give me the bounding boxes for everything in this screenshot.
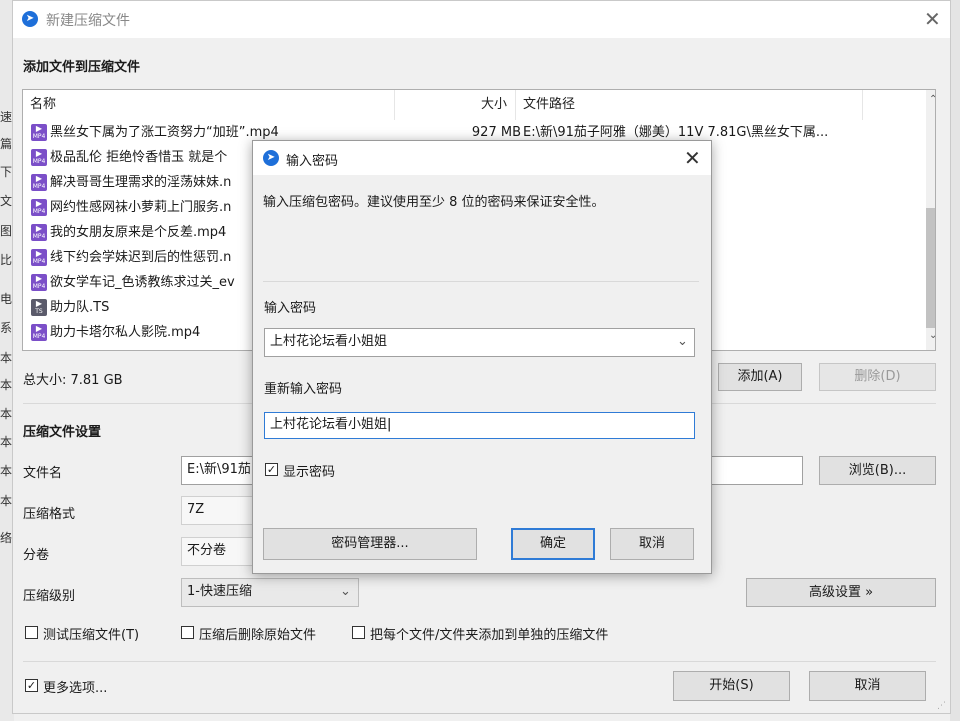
show-password-checkbox[interactable]: ✓: [265, 463, 278, 476]
dialog-cancel-button[interactable]: 取消: [610, 528, 694, 560]
column-header-size[interactable]: 大小: [395, 90, 516, 120]
background-window-char: 电: [0, 292, 13, 306]
background-window-char: 速: [0, 110, 13, 124]
file-name: 黑丝女下属为了涨工资努力“加班”.mp4: [50, 125, 279, 140]
file-name: 线下约会学妹迟到后的性惩罚.n: [50, 250, 232, 265]
column-header-name[interactable]: 名称: [23, 90, 395, 120]
app-logo-icon: ➤: [22, 11, 38, 27]
format-label: 压缩格式: [23, 507, 76, 522]
password-manager-button[interactable]: 密码管理器...: [263, 528, 477, 560]
password-label: 输入密码: [264, 301, 317, 316]
browse-button[interactable]: 浏览(B)...: [819, 456, 936, 485]
password-dialog-titlebar: ➤ 输入密码 ✕: [253, 141, 711, 175]
settings-section-title: 压缩文件设置: [23, 425, 102, 440]
background-window-char: 本: [0, 351, 13, 365]
file-name: 助力卡塔尔私人影院.mp4: [50, 325, 201, 340]
footer-divider: [23, 661, 936, 662]
window-title: 新建压缩文件: [46, 13, 130, 29]
video-file-icon: ▶ MP4: [31, 249, 47, 266]
password-value: 上村花论坛看小姐姐: [270, 334, 388, 349]
files-section-title: 添加文件到压缩文件: [23, 60, 141, 75]
background-window-char: 文: [0, 194, 13, 208]
level-label: 压缩级别: [23, 589, 76, 604]
password-dialog: ➤ 输入密码 ✕ 输入压缩包密码。建议使用至少 8 位的密码来保证安全性。 输入…: [252, 140, 712, 574]
delete-after-checkbox[interactable]: [181, 626, 194, 639]
scrollbar-thumb[interactable]: [926, 208, 935, 328]
chevron-down-icon[interactable]: ⌄: [677, 329, 688, 355]
password-hint: 输入压缩包密码。建议使用至少 8 位的密码来保证安全性。: [263, 195, 605, 210]
password-input[interactable]: 上村花论坛看小姐姐 ⌄: [264, 328, 695, 357]
background-window-char: 篇: [0, 137, 13, 151]
start-button[interactable]: 开始(S): [673, 671, 790, 701]
advanced-settings-button[interactable]: 高级设置 »: [746, 578, 936, 607]
delete-after-label[interactable]: 压缩后删除原始文件: [199, 624, 316, 643]
window-titlebar: ➤ 新建压缩文件 ✕: [13, 1, 950, 38]
background-window-char: 图: [0, 224, 13, 238]
file-list-scrollbar[interactable]: ⌃ ⌄: [926, 90, 935, 350]
background-window-char: 下: [0, 165, 13, 179]
close-icon[interactable]: ✕: [684, 148, 701, 168]
filename-label: 文件名: [23, 466, 63, 481]
scroll-up-icon[interactable]: ⌃: [929, 94, 935, 105]
resize-grip-icon[interactable]: ⋰: [937, 701, 946, 711]
background-window-char: 本: [0, 407, 13, 421]
add-button[interactable]: 添加(A): [718, 363, 802, 391]
cancel-button[interactable]: 取消: [809, 671, 926, 701]
video-file-icon: ▶ MP4: [31, 174, 47, 191]
background-window-right-edge: [950, 0, 960, 721]
volume-label: 分卷: [23, 548, 50, 563]
reenter-password-input[interactable]: 上村花论坛看小姐姐|: [264, 412, 695, 439]
more-options-checkbox[interactable]: ✓: [25, 679, 38, 692]
test-archive-checkbox[interactable]: [25, 626, 38, 639]
video-file-icon: ▶ MP4: [31, 224, 47, 241]
dialog-divider: [263, 281, 699, 282]
file-name: 网约性感网袜小萝莉上门服务.n: [50, 200, 232, 215]
reenter-password-label: 重新输入密码: [264, 382, 343, 397]
chevron-down-icon: ⌄: [340, 584, 351, 599]
delete-button[interactable]: 删除(D): [819, 363, 936, 391]
level-value: 1-快速压缩: [187, 584, 252, 599]
ts-file-icon: ▶ TS: [31, 299, 47, 316]
reenter-password-value: 上村花论坛看小姐姐: [270, 417, 388, 432]
file-name: 极品乱伦 拒绝怜香惜玉 就是个: [50, 150, 228, 165]
more-options-label[interactable]: 更多选项...: [43, 677, 107, 696]
video-file-icon: ▶ MP4: [31, 324, 47, 341]
close-icon[interactable]: ✕: [924, 9, 941, 29]
column-header-path[interactable]: 文件路径: [516, 90, 863, 120]
background-window-char: 本: [0, 464, 13, 478]
background-window-char: 本: [0, 378, 13, 392]
total-size: 总大小: 7.81 GB: [23, 373, 123, 388]
video-file-icon: ▶ MP4: [31, 124, 47, 141]
video-file-icon: ▶ MP4: [31, 149, 47, 166]
video-file-icon: ▶ MP4: [31, 199, 47, 216]
file-name: 我的女朋友原来是个反差.mp4: [50, 225, 227, 240]
background-window-char: 本: [0, 494, 13, 508]
separate-archives-label[interactable]: 把每个文件/文件夹添加到单独的压缩文件: [370, 624, 608, 643]
ok-button[interactable]: 确定: [511, 528, 595, 560]
background-window-char: 比: [0, 253, 13, 267]
show-password-label[interactable]: 显示密码: [283, 461, 335, 480]
level-select[interactable]: 1-快速压缩 ⌄: [181, 578, 359, 607]
test-archive-label[interactable]: 测试压缩文件(T): [43, 624, 139, 643]
file-name: 助力队.TS: [50, 300, 110, 315]
scroll-down-icon[interactable]: ⌄: [929, 330, 935, 341]
password-dialog-title: 输入密码: [286, 154, 339, 169]
background-window-char: 系: [0, 321, 13, 335]
app-logo-icon: ➤: [263, 150, 279, 166]
background-window-char: 本: [0, 435, 13, 449]
file-name: 解决哥哥生理需求的淫荡妹妹.n: [50, 175, 232, 190]
background-window-char: 络: [0, 531, 13, 545]
file-name: 欲女学车记_色诱教练求过关_ev: [50, 275, 235, 290]
video-file-icon: ▶ MP4: [31, 274, 47, 291]
separate-archives-checkbox[interactable]: [352, 626, 365, 639]
